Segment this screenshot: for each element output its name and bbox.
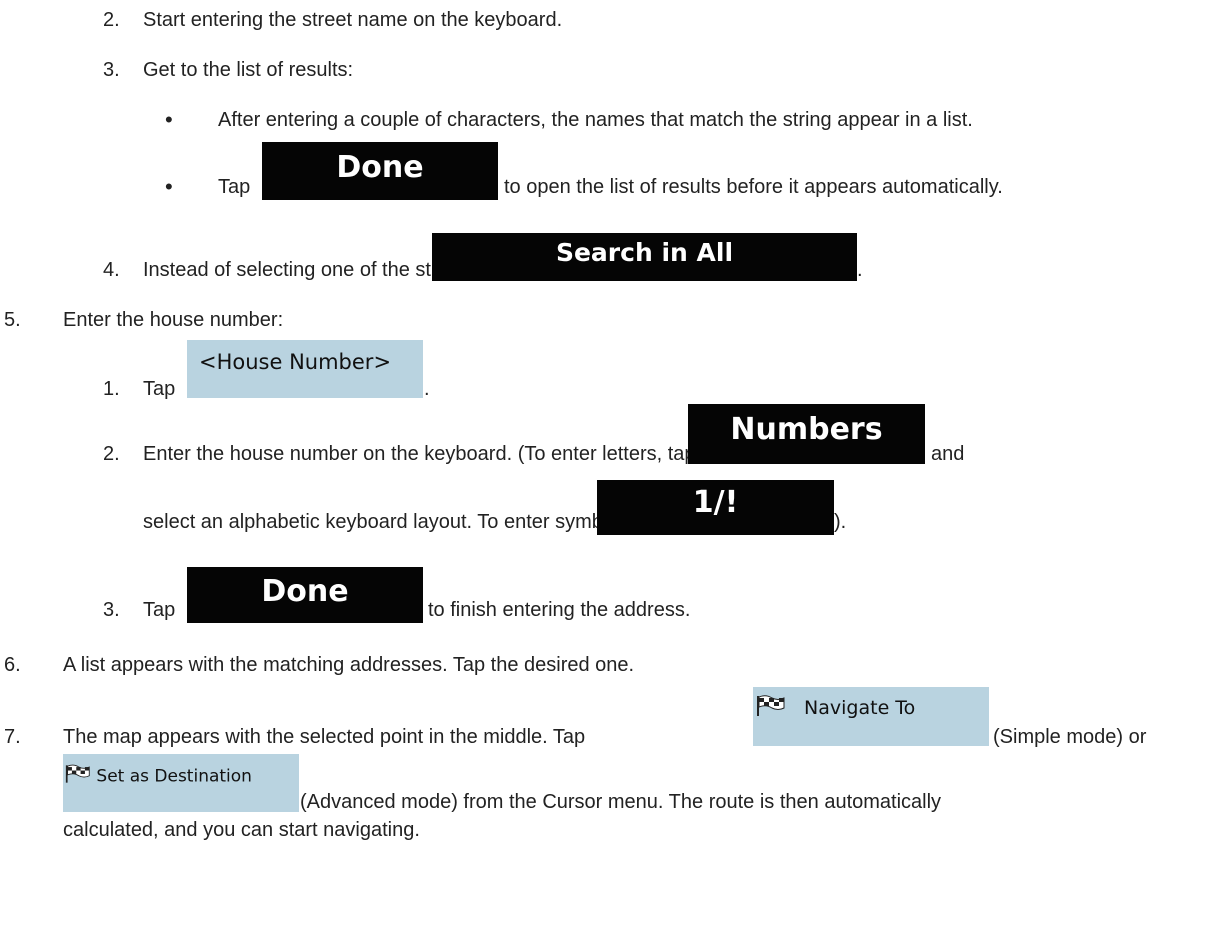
step-text: Tap — [143, 599, 176, 621]
step-text: Start entering the street name on the ke… — [143, 9, 563, 31]
step-text: A list appears with the matching address… — [63, 654, 635, 676]
step-number: 5. — [4, 309, 21, 331]
done-button[interactable]: Done — [262, 142, 498, 200]
step-text: The map appears with the selected point … — [63, 726, 586, 748]
step-number: 3. — [103, 59, 120, 81]
step-text: Tap — [143, 378, 176, 400]
step-text: (Simple mode) or — [993, 726, 1147, 748]
step-number: 4. — [103, 259, 120, 281]
step-text-end: ). — [834, 511, 847, 533]
bullet: • — [165, 174, 173, 199]
step-text: and — [931, 443, 965, 465]
step-number: 3. — [103, 599, 120, 621]
search-in-all-button[interactable]: Search in All — [432, 233, 857, 281]
step-number: 2. — [103, 443, 120, 465]
step-text: Enter the house number on the keyboard. … — [143, 443, 696, 465]
done-button[interactable]: Done — [187, 567, 423, 623]
button-label: Navigate To — [804, 697, 916, 719]
step-text: select an alphabetic keyboard layout. To… — [143, 511, 668, 533]
bullet-text: Tap — [218, 176, 251, 198]
step-text-end: . — [857, 259, 863, 281]
step-number: 6. — [4, 654, 21, 676]
bullet-text: After entering a couple of characters, t… — [218, 109, 973, 131]
bullet-text: to open the list of results before it ap… — [504, 176, 1003, 198]
step-text: to finish entering the address. — [428, 599, 691, 621]
step-text: (Advanced mode) from the Cursor menu. Th… — [300, 791, 942, 813]
numbers-button[interactable]: Numbers — [688, 404, 925, 464]
step-text: Enter the house number: — [63, 309, 284, 331]
house-number-button[interactable]: <House Number> — [187, 340, 423, 398]
step-number: 2. — [103, 9, 120, 31]
symbols-button[interactable]: 1/! — [597, 480, 834, 535]
set-as-destination-button[interactable]: Set as Destination — [63, 754, 299, 812]
bullet: • — [165, 107, 173, 132]
step-number: 7. — [4, 726, 21, 748]
step-text: calculated, and you can start navigating… — [63, 819, 420, 841]
step-text-end: . — [424, 378, 430, 400]
step-text: Get to the list of results: — [143, 59, 354, 81]
button-label: Set as Destination — [96, 766, 252, 787]
checkered-flag-icon — [756, 695, 786, 722]
step-number: 1. — [103, 378, 120, 400]
checkered-flag-icon — [65, 764, 91, 789]
navigate-to-button[interactable]: Navigate To — [753, 687, 989, 746]
